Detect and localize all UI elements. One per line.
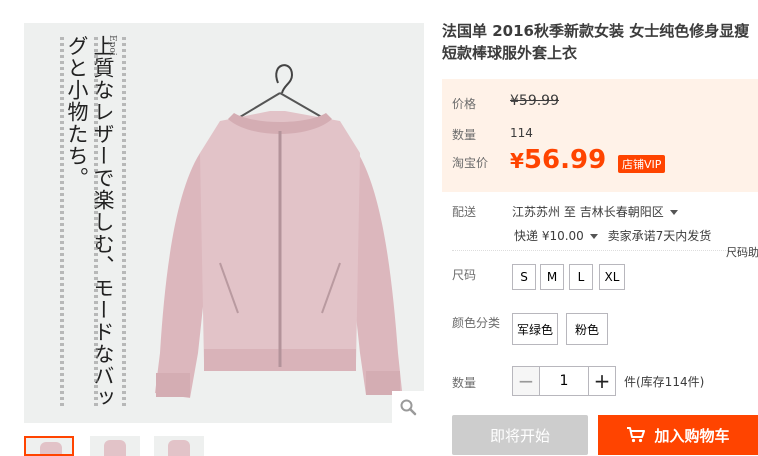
price-label: 价格 bbox=[452, 97, 477, 111]
chevron-down-icon bbox=[669, 210, 678, 215]
size-label: 尺码 bbox=[452, 268, 477, 282]
original-price: ¥59.99 bbox=[510, 93, 559, 109]
stock-info: 件(库存114件) bbox=[624, 375, 705, 389]
thumbnail-3[interactable] bbox=[154, 436, 204, 456]
coming-soon-button[interactable]: 即将开始 bbox=[452, 415, 588, 455]
thumbnail-2[interactable] bbox=[90, 436, 140, 456]
add-to-cart-button[interactable]: 加入购物车 bbox=[598, 415, 758, 455]
express-fee: 快递 ¥10.00 bbox=[514, 229, 584, 243]
promo-currency: ¥ bbox=[510, 149, 524, 173]
promo-price: ¥56.99 bbox=[510, 145, 606, 175]
jacket-illustration bbox=[155, 64, 402, 398]
color-option-army-green[interactable]: 军绿色 bbox=[512, 313, 558, 345]
main-product-image[interactable]: 上質なレザーで楽しむ、モードなバッグと小物たち。 Epoi bbox=[24, 23, 424, 423]
size-option-m[interactable]: M bbox=[540, 264, 564, 290]
divider bbox=[452, 250, 758, 251]
size-option-xl[interactable]: XL bbox=[599, 264, 625, 290]
vertical-text-decoration bbox=[94, 37, 98, 407]
thumbnail-1[interactable] bbox=[24, 436, 74, 456]
size-option-s[interactable]: S bbox=[512, 264, 536, 290]
image-vertical-text: 上質なレザーで楽しむ、モードなバッグと小物たち。 bbox=[65, 35, 115, 409]
shipping-to-word: 至 bbox=[563, 205, 576, 219]
quantity-stepper: − + bbox=[512, 366, 616, 396]
shipping-label: 配送 bbox=[452, 205, 477, 219]
cart-icon bbox=[627, 427, 646, 443]
promo-amount: 56.99 bbox=[523, 145, 607, 175]
vip-badge: 店铺VIP bbox=[618, 155, 666, 173]
promo-price-label: 淘宝价 bbox=[452, 156, 489, 170]
increment-button[interactable]: + bbox=[589, 367, 615, 395]
express-line: 快递 ¥10.00 卖家承诺7天内发货 bbox=[514, 227, 711, 244]
add-to-cart-label: 加入购物车 bbox=[654, 426, 730, 445]
delivery-promise: 卖家承诺7天内发货 bbox=[607, 229, 712, 243]
sold-quantity-value: 114 bbox=[510, 126, 533, 140]
price-panel: 价格 ¥59.99 数量 114 淘宝价 ¥56.99 店铺VIP bbox=[442, 79, 758, 192]
size-helper-link[interactable]: 尺码助 bbox=[726, 244, 758, 260]
shipping-origin: 江苏苏州 bbox=[512, 205, 561, 219]
shipping-route: 江苏苏州 至 吉林长春朝阳区 bbox=[512, 203, 678, 220]
color-label: 颜色分类 bbox=[452, 316, 501, 330]
size-option-l[interactable]: L bbox=[569, 264, 593, 290]
decrement-button[interactable]: − bbox=[513, 367, 539, 395]
zoom-button[interactable] bbox=[392, 391, 424, 423]
image-brand-mark: Epoi bbox=[107, 35, 117, 56]
color-option-pink[interactable]: 粉色 bbox=[566, 313, 608, 345]
product-title: 法国单 2016秋季新款女装 女士纯色修身显瘦短款棒球服外套上衣 bbox=[442, 22, 750, 62]
magnifier-icon bbox=[400, 399, 417, 416]
purchase-quantity-label: 数量 bbox=[452, 376, 477, 390]
quantity-input[interactable] bbox=[539, 367, 589, 395]
express-fee-dropdown[interactable]: 快递 ¥10.00 bbox=[514, 229, 598, 243]
shipping-destination-dropdown[interactable]: 吉林长春朝阳区 bbox=[580, 205, 678, 219]
shipping-destination: 吉林长春朝阳区 bbox=[579, 205, 664, 219]
sold-quantity-label: 数量 bbox=[452, 128, 477, 142]
chevron-down-icon bbox=[589, 234, 598, 239]
